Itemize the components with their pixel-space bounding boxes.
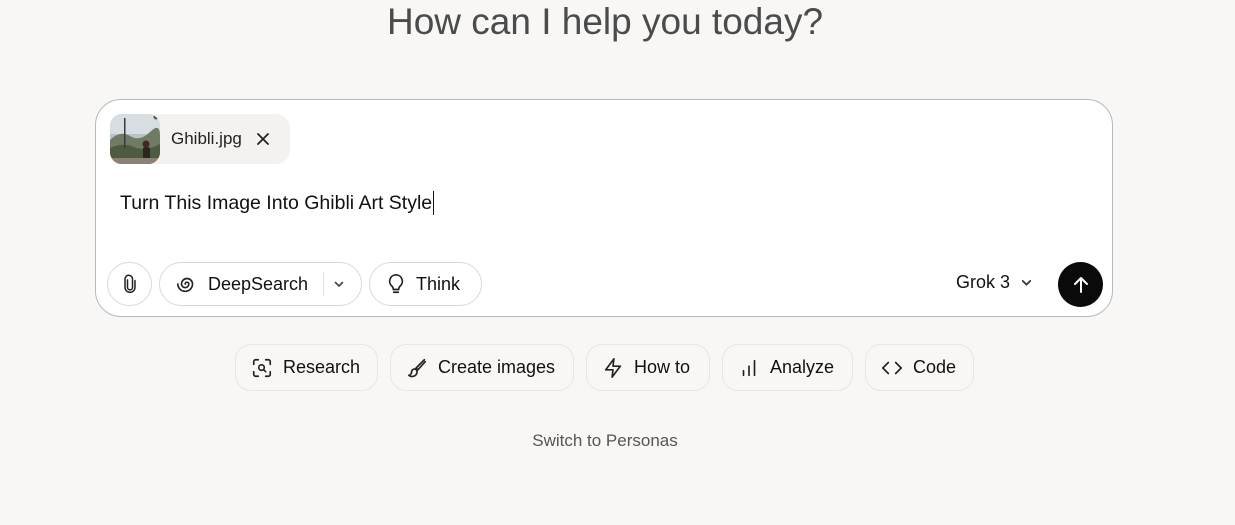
chevron-down-icon xyxy=(1020,276,1033,289)
divider xyxy=(323,272,325,296)
research-chip[interactable]: Research xyxy=(235,344,378,391)
prompt-input[interactable]: Turn This Image Into Ghibli Art Style xyxy=(120,191,435,215)
image-thumbnail xyxy=(110,114,160,164)
code-label: Code xyxy=(913,357,957,377)
deepsearch-label: DeepSearch xyxy=(208,273,309,294)
lightning-icon xyxy=(602,357,624,379)
deepsearch-button[interactable]: DeepSearch xyxy=(159,262,362,306)
chevron-down-icon[interactable] xyxy=(333,278,345,290)
analyze-chip[interactable]: Analyze xyxy=(722,344,853,391)
attachment-filename: Ghibli.jpg xyxy=(171,129,242,148)
lightbulb-icon xyxy=(386,273,406,295)
research-label: Research xyxy=(283,357,361,377)
prompt-composer: Ghibli.jpg Turn This Image Into Ghibli A… xyxy=(95,99,1113,317)
bar-chart-icon xyxy=(738,357,760,379)
close-icon[interactable] xyxy=(254,130,272,148)
arrow-up-icon xyxy=(1071,275,1091,295)
switch-to-personas-link[interactable]: Switch to Personas xyxy=(0,431,1210,451)
page-title: How can I help you today? xyxy=(386,1,824,42)
code-icon xyxy=(881,357,903,379)
spiral-icon xyxy=(176,273,198,295)
how-to-label: How to xyxy=(634,357,691,377)
how-to-chip[interactable]: How to xyxy=(586,344,710,391)
prompt-input-value: Turn This Image Into Ghibli Art Style xyxy=(120,191,433,214)
create-images-label: Create images xyxy=(438,357,556,377)
analyze-label: Analyze xyxy=(770,357,835,377)
scan-search-icon xyxy=(251,357,273,379)
paintbrush-icon xyxy=(406,357,428,379)
think-label: Think xyxy=(416,273,461,294)
attachment-chip[interactable]: Ghibli.jpg xyxy=(110,114,290,164)
model-selector[interactable]: Grok 3 xyxy=(956,272,1033,293)
attach-button[interactable] xyxy=(107,262,152,306)
deepsearch-main[interactable]: DeepSearch xyxy=(160,273,308,295)
code-chip[interactable]: Code xyxy=(865,344,974,391)
create-images-chip[interactable]: Create images xyxy=(390,344,574,391)
model-label: Grok 3 xyxy=(956,272,1011,292)
text-caret xyxy=(433,191,435,215)
paperclip-icon xyxy=(120,274,140,294)
think-button[interactable]: Think xyxy=(369,262,482,306)
send-button[interactable] xyxy=(1058,262,1103,307)
